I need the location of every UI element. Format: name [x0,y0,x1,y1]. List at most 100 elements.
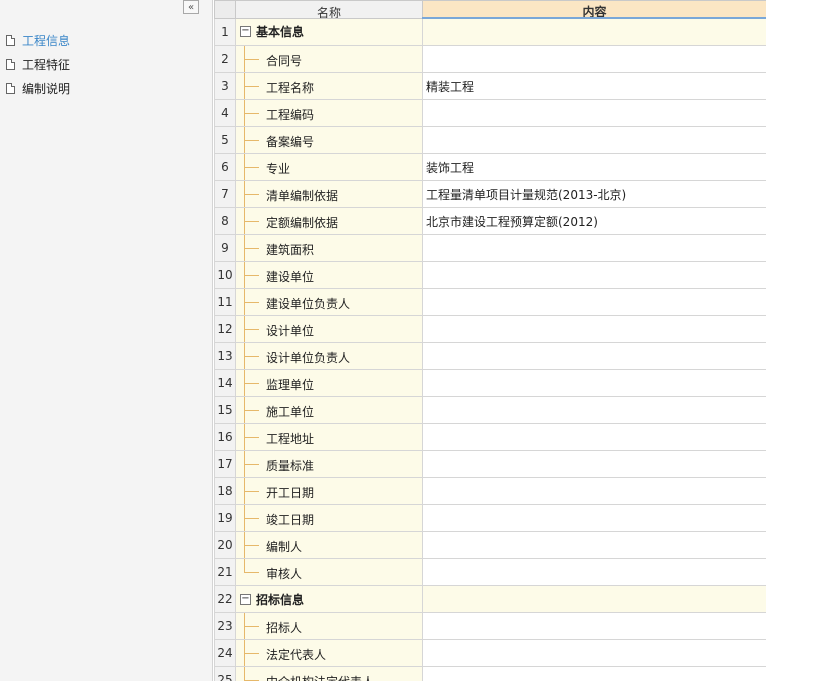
table-row[interactable]: 17 质量标准 [214,450,766,478]
table-row[interactable]: 19 竣工日期 [214,504,766,532]
content-column-header[interactable]: 内容 [422,0,766,19]
name-cell[interactable]: 备案编号 [235,126,423,154]
name-column-header[interactable]: 名称 [235,0,423,19]
group-row[interactable]: 22− 招标信息 [214,585,766,613]
table-row[interactable]: 9 建筑面积 [214,234,766,262]
table-row[interactable]: 7 清单编制依据 工程量清单项目计量规范(2013-北京) [214,180,766,208]
content-cell[interactable] [422,558,766,586]
table-row[interactable]: 8 定额编制依据 北京市建设工程预算定额(2012) [214,207,766,235]
field-label: 建设单位 [266,270,315,284]
content-cell[interactable] [422,423,766,451]
content-cell[interactable] [422,99,766,127]
name-cell[interactable]: 工程地址 [235,423,423,451]
collapse-toggle-icon[interactable]: − [240,26,251,38]
table-row[interactable]: 5 备案编号 [214,126,766,154]
table-row[interactable]: 6 专业 装饰工程 [214,153,766,181]
table-row[interactable]: 21 审核人 [214,558,766,586]
content-cell[interactable] [422,639,766,667]
table-row[interactable]: 20 编制人 [214,531,766,559]
table-row[interactable]: 14 监理单位 [214,369,766,397]
content-cell[interactable] [422,477,766,505]
tree-connector-icon [244,424,259,450]
name-cell[interactable]: − 基本信息 [235,17,423,46]
table-row[interactable]: 13 设计单位负责人 [214,342,766,370]
table-row[interactable]: 3 工程名称 精装工程 [214,72,766,100]
group-row[interactable]: 1− 基本信息 [214,17,766,46]
table-row[interactable]: 25 中介机构法定代表人 [214,666,766,681]
content-cell[interactable] [422,342,766,370]
table-row[interactable]: 2 合同号 [214,45,766,73]
name-cell[interactable]: 竣工日期 [235,504,423,532]
info-table: 名称 内容 1− 基本信息 2 合同号 3 工程名称 精装工程 4 工程编码 5 备案编号 6 专业 装饰… [214,0,766,681]
content-cell[interactable] [422,666,766,681]
name-cell[interactable]: 设计单位 [235,315,423,343]
name-cell[interactable]: 建设单位 [235,261,423,289]
field-label: 合同号 [266,54,303,68]
name-cell[interactable]: 定额编制依据 [235,207,423,235]
content-cell[interactable]: 工程量清单项目计量规范(2013-北京) [422,180,766,208]
name-cell[interactable]: − 招标信息 [235,585,423,613]
content-cell[interactable] [422,369,766,397]
table-row[interactable]: 10 建设单位 [214,261,766,289]
name-cell[interactable]: 中介机构法定代表人 [235,666,423,681]
name-cell[interactable]: 施工单位 [235,396,423,424]
name-cell[interactable]: 清单编制依据 [235,180,423,208]
name-cell[interactable]: 建筑面积 [235,234,423,262]
name-cell[interactable]: 开工日期 [235,477,423,505]
name-cell[interactable]: 专业 [235,153,423,181]
content-cell[interactable] [422,45,766,73]
collapse-toggle-icon[interactable]: − [240,593,251,605]
name-cell[interactable]: 建设单位负责人 [235,288,423,316]
field-label: 招标人 [266,621,303,635]
content-cell[interactable] [422,585,766,613]
content-cell[interactable] [422,261,766,289]
name-cell[interactable]: 质量标准 [235,450,423,478]
row-number: 10 [214,261,236,289]
name-cell[interactable]: 设计单位负责人 [235,342,423,370]
tree-connector-icon [244,478,259,504]
name-cell[interactable]: 合同号 [235,45,423,73]
table-row[interactable]: 4 工程编码 [214,99,766,127]
table-row[interactable]: 23 招标人 [214,612,766,640]
content-cell[interactable] [422,315,766,343]
table-row[interactable]: 18 开工日期 [214,477,766,505]
name-cell[interactable]: 工程编码 [235,99,423,127]
name-cell[interactable]: 法定代表人 [235,639,423,667]
grid-body: 1− 基本信息 2 合同号 3 工程名称 精装工程 4 工程编码 5 备案编号 6 专业 装饰工程 7 清单编… [214,17,766,681]
table-row[interactable]: 16 工程地址 [214,423,766,451]
name-cell[interactable]: 招标人 [235,612,423,640]
content-cell[interactable]: 装饰工程 [422,153,766,181]
sidebar-item-project-info[interactable]: 工程信息 [6,28,70,52]
content-cell[interactable] [422,612,766,640]
content-cell[interactable] [422,504,766,532]
name-cell[interactable]: 编制人 [235,531,423,559]
content-cell[interactable]: 精装工程 [422,72,766,100]
tree-connector-icon [244,100,259,126]
field-label: 监理单位 [266,378,315,392]
content-cell[interactable] [422,234,766,262]
table-row[interactable]: 15 施工单位 [214,396,766,424]
sidebar-item-compilation-notes[interactable]: 编制说明 [6,76,70,100]
tree-connector-icon [244,613,259,639]
content-cell[interactable] [422,396,766,424]
content-cell[interactable] [422,288,766,316]
collapse-sidebar-button[interactable]: « [183,0,199,14]
name-cell[interactable]: 监理单位 [235,369,423,397]
content-cell[interactable]: 北京市建设工程预算定额(2012) [422,207,766,235]
row-number: 23 [214,612,236,640]
document-icon [6,58,15,70]
row-number: 19 [214,504,236,532]
sidebar-item-project-features[interactable]: 工程特征 [6,52,70,76]
table-row[interactable]: 11 建设单位负责人 [214,288,766,316]
table-row[interactable]: 12 设计单位 [214,315,766,343]
table-row[interactable]: 24 法定代表人 [214,639,766,667]
name-cell[interactable]: 工程名称 [235,72,423,100]
content-cell[interactable] [422,450,766,478]
document-icon [6,34,15,46]
row-number: 16 [214,423,236,451]
tree-connector-icon [244,640,259,666]
content-cell[interactable] [422,126,766,154]
content-cell[interactable] [422,531,766,559]
name-cell[interactable]: 审核人 [235,558,423,586]
content-cell[interactable] [422,17,766,46]
